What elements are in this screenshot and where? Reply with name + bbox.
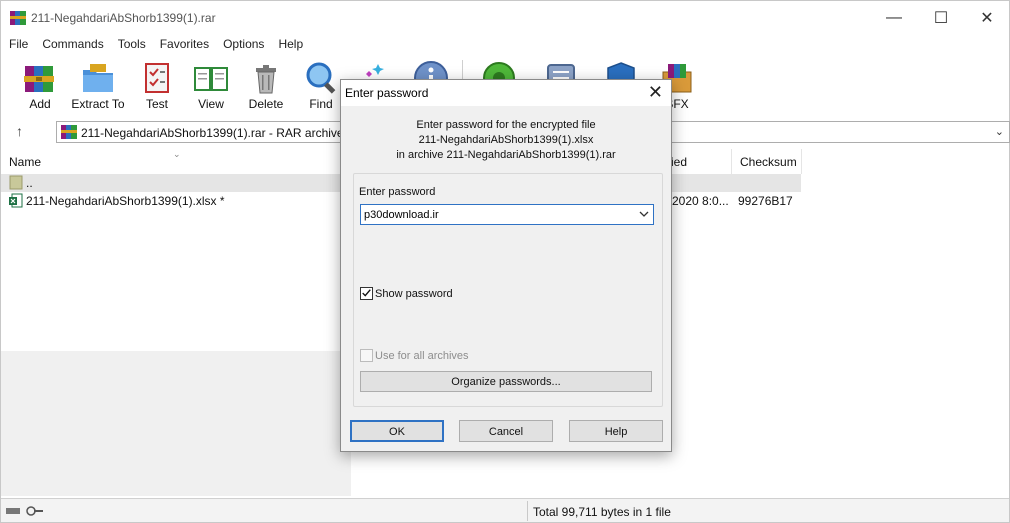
info-line-2: 211-NegahdariAbShorb1399(1).xlsx — [418, 134, 594, 146]
menu-options[interactable]: Options — [215, 35, 270, 55]
menu-bar: File Commands Tools Favorites Options He… — [1, 35, 1009, 55]
chevron-down-icon[interactable] — [639, 208, 649, 220]
menu-commands[interactable]: Commands — [34, 35, 109, 55]
password-value: p30download.ir — [364, 209, 439, 221]
status-text: Total 99,711 bytes in 1 file — [533, 505, 671, 519]
menu-tools[interactable]: Tools — [110, 35, 152, 55]
column-header-modified[interactable]: ied — [668, 149, 732, 174]
open-book-icon — [194, 67, 228, 91]
dialog-title: Enter password — [345, 86, 429, 100]
menu-file[interactable]: File — [1, 35, 34, 55]
trash-can-icon — [256, 65, 276, 94]
file-name: .. — [26, 176, 33, 190]
archive-path: 211-NegahdariAbShorb1399(1).rar - RAR ar… — [81, 126, 347, 140]
status-bar: Total 99,711 bytes in 1 file — [1, 498, 1009, 522]
dialog-close-icon[interactable]: ✕ — [648, 82, 663, 103]
file-name: 211-NegahdariAbShorb1399(1).xlsx * — [26, 194, 225, 208]
info-line-3: in archive 211-NegahdariAbShorb1399(1).r… — [396, 149, 616, 161]
title-bar: 211-NegahdariAbShorb1399(1).rar — ☐ ✕ — [1, 1, 1009, 35]
password-combo[interactable]: p30download.ir — [360, 204, 654, 225]
cancel-button[interactable]: Cancel — [459, 420, 553, 442]
use-for-all-label[interactable]: Use for all archives — [375, 350, 469, 362]
chevron-down-icon[interactable]: ⌄ — [995, 125, 1004, 138]
ok-button[interactable]: OK — [350, 420, 444, 442]
up-arrow-icon[interactable]: ↑ — [16, 123, 23, 139]
show-password-checkbox[interactable] — [360, 287, 373, 300]
folder-extract-icon — [83, 64, 113, 92]
menu-help[interactable]: Help — [270, 35, 309, 55]
winrar-logo-icon — [10, 11, 26, 25]
archive-books-icon — [24, 66, 54, 92]
status-separator — [527, 501, 528, 521]
window-title: 211-NegahdariAbShorb1399(1).rar — [31, 11, 216, 25]
organize-passwords-button[interactable]: Organize passwords... — [360, 371, 652, 392]
column-header-name[interactable]: Name — [1, 149, 352, 174]
help-button[interactable]: Help — [569, 420, 663, 442]
dialog-info: Enter password for the encrypted file 21… — [341, 118, 671, 163]
dialog-title-bar: Enter password ✕ — [341, 80, 671, 106]
password-group: Enter password p30download.ir Show passw… — [353, 173, 663, 407]
magnifier-icon — [306, 62, 336, 94]
menu-favorites[interactable]: Favorites — [152, 35, 215, 55]
checkmark-icon — [362, 289, 371, 297]
checklist-icon — [145, 63, 169, 93]
show-password-label[interactable]: Show password — [375, 288, 453, 300]
rar-archive-icon — [61, 125, 77, 139]
password-dialog: Enter password ✕ Enter password for the … — [340, 79, 672, 452]
close-button[interactable]: ✕ — [964, 1, 1010, 35]
maximize-button[interactable]: ☐ — [918, 1, 964, 35]
tree-pane-background — [1, 351, 351, 496]
file-modified: 2020 8:0... — [672, 194, 729, 208]
folder-up-icon — [9, 175, 23, 190]
drive-key-icon — [6, 506, 43, 516]
winrar-window: 211-NegahdariAbShorb1399(1).rar — ☐ ✕ Fi… — [0, 0, 1010, 523]
column-header-checksum[interactable]: Checksum — [732, 149, 802, 174]
info-line-1: Enter password for the encrypted file — [416, 119, 596, 131]
file-checksum: 99276B17 — [738, 194, 793, 208]
excel-file-icon — [9, 193, 23, 208]
use-for-all-checkbox[interactable] — [360, 349, 373, 362]
minimize-button[interactable]: — — [871, 1, 917, 35]
password-field-label: Enter password — [359, 186, 436, 198]
